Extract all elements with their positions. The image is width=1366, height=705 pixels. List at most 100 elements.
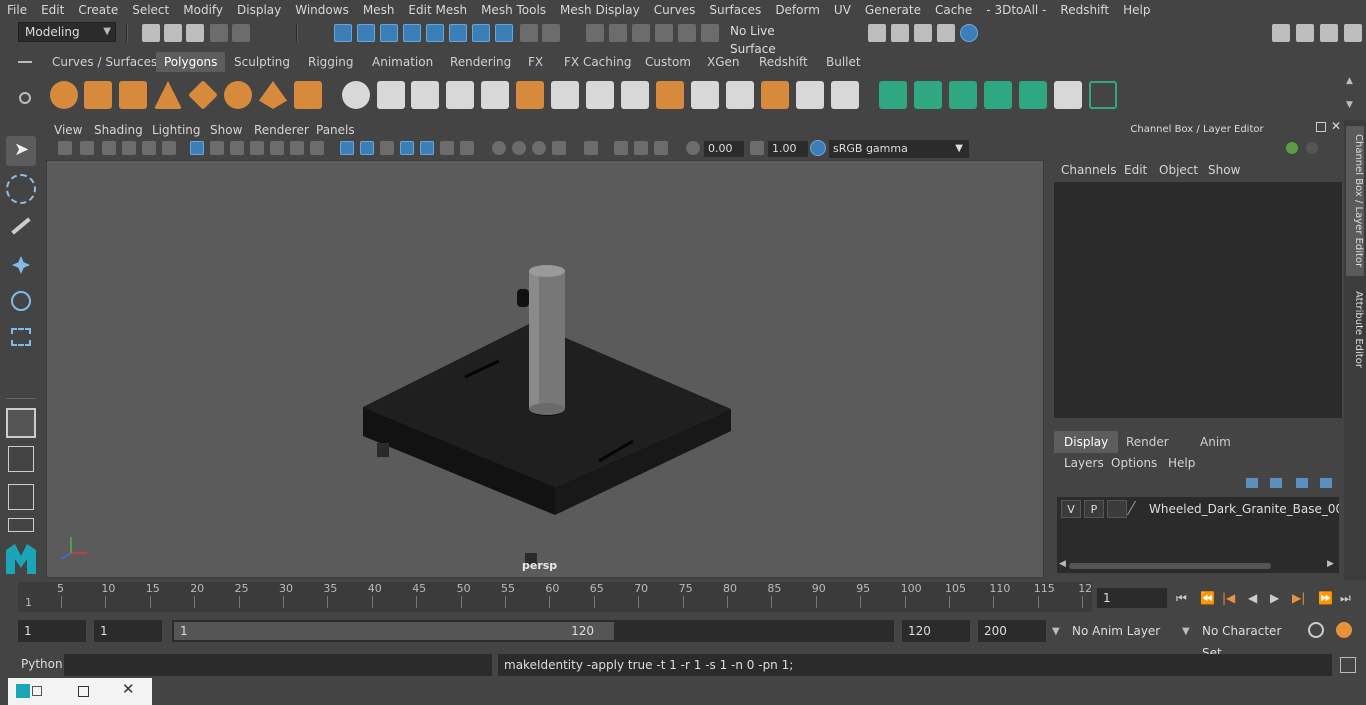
- shelf-tab-rendering[interactable]: Rendering: [442, 52, 519, 72]
- combine-icon[interactable]: [342, 81, 370, 109]
- layer-color-icon[interactable]: [1126, 501, 1150, 515]
- merge-icon[interactable]: [726, 81, 754, 109]
- bookmark-icon[interactable]: [102, 141, 116, 155]
- vp-menu-show[interactable]: Show: [210, 121, 242, 139]
- cb-menu-edit[interactable]: Edit: [1124, 163, 1147, 177]
- automatic-uv-icon[interactable]: [984, 81, 1012, 109]
- new-layer-icon[interactable]: [1296, 478, 1308, 488]
- snap-point-icon[interactable]: [449, 24, 467, 42]
- cb-menu-object[interactable]: Object: [1159, 163, 1198, 177]
- exposure-icon[interactable]: [686, 141, 700, 155]
- chevron-down-icon[interactable]: ▼: [1052, 626, 1060, 637]
- select-tool[interactable]: ➤: [6, 136, 36, 166]
- channel-box-icon[interactable]: [1344, 24, 1362, 42]
- shelf-tab-sculpting[interactable]: Sculpting: [226, 52, 298, 72]
- wireframe-icon[interactable]: [340, 141, 354, 155]
- resolution-gate-icon[interactable]: [230, 141, 244, 155]
- depth-of-field-icon[interactable]: [532, 141, 546, 155]
- wireframe-on-shaded-icon[interactable]: [380, 141, 394, 155]
- layer-menu-layers[interactable]: Layers: [1064, 456, 1104, 470]
- playback-end-field[interactable]: 120: [902, 620, 970, 642]
- move-layer-up-icon[interactable]: [1246, 478, 1258, 488]
- menu-file[interactable]: File: [0, 0, 34, 20]
- grease-pencil-icon[interactable]: [162, 141, 176, 155]
- four-view-button[interactable]: [6, 446, 36, 476]
- camera-attr-icon[interactable]: [80, 141, 94, 155]
- gamma-icon[interactable]: [750, 141, 764, 155]
- side-tab-channel-box[interactable]: Channel Box / Layer Editor: [1346, 126, 1364, 276]
- ipr-render-icon[interactable]: [914, 24, 932, 42]
- shelf-tab-bullet[interactable]: Bullet: [818, 52, 869, 72]
- live-surface-field[interactable]: No Live Surface: [724, 22, 820, 56]
- menu-generate[interactable]: Generate: [858, 0, 928, 20]
- film-gate-icon[interactable]: [210, 141, 224, 155]
- menu-mesh-display[interactable]: Mesh Display: [553, 0, 647, 20]
- range-slider-track[interactable]: 1 120: [172, 620, 894, 642]
- maya-window-icon[interactable]: [16, 684, 30, 698]
- collapse-icon[interactable]: [796, 81, 824, 109]
- fill-hole-icon[interactable]: [691, 81, 719, 109]
- anti-alias-icon[interactable]: [512, 141, 526, 155]
- range-slider-bar[interactable]: 1 120: [174, 622, 614, 640]
- chevron-down-icon[interactable]: ▼: [1182, 626, 1190, 637]
- link-icon[interactable]: [609, 24, 627, 42]
- layer-tab-render[interactable]: Render: [1116, 431, 1179, 453]
- mode-dropdown[interactable]: Modeling ▼: [18, 22, 116, 42]
- gear-icon[interactable]: [19, 92, 31, 104]
- menu-cache[interactable]: Cache: [928, 0, 979, 20]
- select-by-hierarchy-icon[interactable]: [334, 24, 352, 42]
- step-forward-key-icon[interactable]: ⏩: [1318, 591, 1333, 605]
- vp-menu-view[interactable]: View: [54, 121, 82, 139]
- magnet-on-icon[interactable]: [632, 24, 650, 42]
- menu-help[interactable]: Help: [1116, 0, 1157, 20]
- new-layer-selected-icon[interactable]: [1320, 478, 1332, 488]
- shelf-tab-curves-surfaces[interactable]: Curves / Surfaces: [44, 52, 165, 72]
- poly-pyramid-icon[interactable]: [259, 81, 287, 109]
- play-backwards-icon[interactable]: ◀: [1248, 591, 1257, 605]
- menu-mesh[interactable]: Mesh: [356, 0, 402, 20]
- float-panel-icon[interactable]: [1316, 122, 1326, 132]
- planar-uv-icon[interactable]: [879, 81, 907, 109]
- vp-menu-lighting[interactable]: Lighting: [152, 121, 201, 139]
- close-icon[interactable]: ✕: [122, 680, 135, 698]
- scene-start-field[interactable]: 1: [18, 620, 86, 642]
- poly-plane-icon[interactable]: [188, 80, 218, 110]
- isolate-select-icon[interactable]: [584, 141, 598, 155]
- lasso-tool[interactable]: [6, 174, 36, 204]
- cb-menu-show[interactable]: Show: [1208, 163, 1240, 177]
- unfold-uv-icon[interactable]: [1019, 81, 1047, 109]
- vp-menu-panels[interactable]: Panels: [316, 121, 355, 139]
- spherical-uv-icon[interactable]: [949, 81, 977, 109]
- layer-tab-anim[interactable]: Anim: [1190, 431, 1241, 453]
- layer-playback-toggle[interactable]: P: [1084, 500, 1104, 518]
- render-view-icon[interactable]: [937, 24, 955, 42]
- speed-icon[interactable]: [1306, 142, 1318, 154]
- menu-uv[interactable]: UV: [827, 0, 858, 20]
- uv-editor-icon[interactable]: [1054, 81, 1082, 109]
- shelf-tab-rigging[interactable]: Rigging: [300, 52, 361, 72]
- shelf-scroll-down-icon[interactable]: ▼: [1346, 100, 1353, 110]
- symmetry-icon[interactable]: [701, 24, 719, 42]
- xray-icon[interactable]: [552, 141, 566, 155]
- rotate-tool[interactable]: [6, 286, 36, 316]
- playback-start-field[interactable]: 1: [94, 620, 162, 642]
- menu-curves[interactable]: Curves: [647, 0, 703, 20]
- snap-together-icon[interactable]: [655, 24, 673, 42]
- smooth-shade-icon[interactable]: [360, 141, 374, 155]
- character-set-dropdown[interactable]: No Character Set: [1196, 620, 1300, 660]
- move-layer-down-icon[interactable]: [1270, 478, 1282, 488]
- insert-edge-loop-icon[interactable]: [586, 81, 614, 109]
- colorspace-dropdown[interactable]: sRGB gamma ▼: [829, 140, 969, 158]
- poly-sphere-icon[interactable]: [50, 81, 78, 109]
- scroll-left-icon[interactable]: ◀: [1059, 559, 1066, 569]
- shelf-scroll-icon[interactable]: ▲: [1346, 76, 1353, 86]
- scroll-right-icon[interactable]: ▶: [1327, 559, 1334, 569]
- menu-icon[interactable]: [18, 61, 32, 63]
- auto-key-icon[interactable]: [1308, 622, 1324, 638]
- go-to-start-icon[interactable]: ⏮: [1176, 591, 1187, 606]
- menu-edit[interactable]: Edit: [34, 0, 71, 20]
- undo-icon[interactable]: [210, 24, 228, 42]
- go-to-end-icon[interactable]: ⏭: [1340, 591, 1351, 606]
- scene-end-field[interactable]: 200: [978, 620, 1046, 642]
- snap-view-icon[interactable]: [472, 24, 490, 42]
